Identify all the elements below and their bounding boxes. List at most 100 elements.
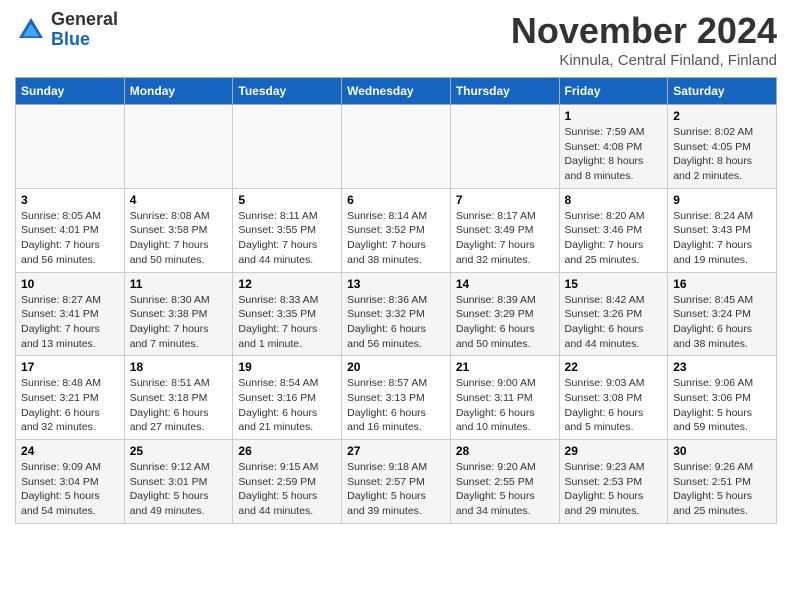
week-row-2: 3Sunrise: 8:05 AM Sunset: 4:01 PM Daylig… <box>16 188 777 272</box>
week-row-3: 10 Sunrise: 8:27 AM Sunset: 3:41 PM Dayli… <box>16 272 777 356</box>
day-number: 25 <box>130 444 228 458</box>
day-info: Sunrise: 9:03 AM Sunset: 3:08 PM Dayligh… <box>565 376 663 435</box>
day-number: 28 <box>456 444 554 458</box>
day-info: Sunrise: 9:09 AM Sunset: 3:04 PM Dayligh… <box>21 460 119 519</box>
day-info: Sunrise: 8:14 AM Sunset: 3:52 PM Dayligh… <box>347 209 445 268</box>
calendar-cell: 7Sunrise: 8:17 AM Sunset: 3:49 PM Daylig… <box>450 188 559 272</box>
day-info: Sunrise: 9:18 AM Sunset: 2:57 PM Dayligh… <box>347 460 445 519</box>
calendar-cell: 16Sunrise: 8:45 AM Sunset: 3:24 PM Dayli… <box>668 272 777 356</box>
calendar-cell <box>342 105 451 189</box>
month-title: November 2024 <box>511 10 777 52</box>
day-info: Sunrise: 8:45 AM Sunset: 3:24 PM Dayligh… <box>673 293 771 352</box>
day-number: 20 <box>347 360 445 374</box>
day-info: Sunrise: 9:15 AM Sunset: 2:59 PM Dayligh… <box>238 460 336 519</box>
calendar-cell: 17 Sunrise: 8:48 AM Sunset: 3:21 PM Dayli… <box>16 356 125 440</box>
calendar-cell: 19 Sunrise: 8:54 AM Sunset: 3:16 PM Dayli… <box>233 356 342 440</box>
day-number: 19 <box>238 360 336 374</box>
weekday-header-sunday: Sunday <box>16 78 125 105</box>
week-row-1: 1 Sunrise: 7:59 AM Sunset: 4:08 PM Daylig… <box>16 105 777 189</box>
calendar-cell: 20Sunrise: 8:57 AM Sunset: 3:13 PM Dayli… <box>342 356 451 440</box>
day-info: Sunrise: 9:12 AM Sunset: 3:01 PM Dayligh… <box>130 460 228 519</box>
day-info: Sunrise: 9:20 AM Sunset: 2:55 PM Dayligh… <box>456 460 554 519</box>
week-row-5: 24Sunrise: 9:09 AM Sunset: 3:04 PM Dayli… <box>16 440 777 524</box>
calendar-cell: 6 Sunrise: 8:14 AM Sunset: 3:52 PM Daylig… <box>342 188 451 272</box>
calendar-cell: 27 Sunrise: 9:18 AM Sunset: 2:57 PM Dayli… <box>342 440 451 524</box>
calendar-cell <box>450 105 559 189</box>
calendar-cell <box>233 105 342 189</box>
day-info: Sunrise: 9:23 AM Sunset: 2:53 PM Dayligh… <box>565 460 663 519</box>
calendar-cell: 1 Sunrise: 7:59 AM Sunset: 4:08 PM Daylig… <box>559 105 668 189</box>
calendar-cell: 13 Sunrise: 8:36 AM Sunset: 3:32 PM Dayli… <box>342 272 451 356</box>
day-info: Sunrise: 8:33 AM Sunset: 3:35 PM Dayligh… <box>238 293 336 352</box>
calendar-cell: 30 Sunrise: 9:26 AM Sunset: 2:51 PM Dayli… <box>668 440 777 524</box>
day-number: 10 <box>21 277 119 291</box>
day-number: 26 <box>238 444 336 458</box>
day-number: 27 <box>347 444 445 458</box>
day-number: 6 <box>347 193 445 207</box>
day-number: 23 <box>673 360 771 374</box>
weekday-header-wednesday: Wednesday <box>342 78 451 105</box>
day-info: Sunrise: 8:54 AM Sunset: 3:16 PM Dayligh… <box>238 376 336 435</box>
day-info: Sunrise: 9:06 AM Sunset: 3:06 PM Dayligh… <box>673 376 771 435</box>
calendar-cell: 18Sunrise: 8:51 AM Sunset: 3:18 PM Dayli… <box>124 356 233 440</box>
calendar-cell: 22 Sunrise: 9:03 AM Sunset: 3:08 PM Dayli… <box>559 356 668 440</box>
calendar-cell <box>16 105 125 189</box>
weekday-header-monday: Monday <box>124 78 233 105</box>
day-info: Sunrise: 8:02 AM Sunset: 4:05 PM Dayligh… <box>673 125 771 184</box>
day-number: 14 <box>456 277 554 291</box>
day-info: Sunrise: 7:59 AM Sunset: 4:08 PM Dayligh… <box>565 125 663 184</box>
calendar-cell: 9Sunrise: 8:24 AM Sunset: 3:43 PM Daylig… <box>668 188 777 272</box>
day-info: Sunrise: 8:51 AM Sunset: 3:18 PM Dayligh… <box>130 376 228 435</box>
calendar-cell <box>124 105 233 189</box>
day-number: 22 <box>565 360 663 374</box>
calendar-cell: 24Sunrise: 9:09 AM Sunset: 3:04 PM Dayli… <box>16 440 125 524</box>
day-info: Sunrise: 8:20 AM Sunset: 3:46 PM Dayligh… <box>565 209 663 268</box>
title-area: November 2024 Kinnula, Central Finland, … <box>511 10 777 69</box>
day-number: 9 <box>673 193 771 207</box>
day-number: 29 <box>565 444 663 458</box>
calendar-cell: 14 Sunrise: 8:39 AM Sunset: 3:29 PM Dayli… <box>450 272 559 356</box>
day-number: 21 <box>456 360 554 374</box>
day-number: 12 <box>238 277 336 291</box>
calendar-table: SundayMondayTuesdayWednesdayThursdayFrid… <box>15 77 777 524</box>
day-info: Sunrise: 8:17 AM Sunset: 3:49 PM Dayligh… <box>456 209 554 268</box>
day-info: Sunrise: 8:39 AM Sunset: 3:29 PM Dayligh… <box>456 293 554 352</box>
calendar-cell: 4 Sunrise: 8:08 AM Sunset: 3:58 PM Daylig… <box>124 188 233 272</box>
weekday-header-saturday: Saturday <box>668 78 777 105</box>
day-info: Sunrise: 8:08 AM Sunset: 3:58 PM Dayligh… <box>130 209 228 268</box>
calendar-cell: 15 Sunrise: 8:42 AM Sunset: 3:26 PM Dayli… <box>559 272 668 356</box>
calendar-cell: 23 Sunrise: 9:06 AM Sunset: 3:06 PM Dayli… <box>668 356 777 440</box>
calendar-cell: 26 Sunrise: 9:15 AM Sunset: 2:59 PM Dayli… <box>233 440 342 524</box>
calendar-cell: 25 Sunrise: 9:12 AM Sunset: 3:01 PM Dayli… <box>124 440 233 524</box>
day-info: Sunrise: 8:48 AM Sunset: 3:21 PM Dayligh… <box>21 376 119 435</box>
calendar-cell: 21 Sunrise: 9:00 AM Sunset: 3:11 PM Dayli… <box>450 356 559 440</box>
week-row-4: 17 Sunrise: 8:48 AM Sunset: 3:21 PM Dayli… <box>16 356 777 440</box>
day-info: Sunrise: 8:30 AM Sunset: 3:38 PM Dayligh… <box>130 293 228 352</box>
day-info: Sunrise: 8:36 AM Sunset: 3:32 PM Dayligh… <box>347 293 445 352</box>
day-number: 13 <box>347 277 445 291</box>
day-number: 4 <box>130 193 228 207</box>
day-number: 1 <box>565 109 663 123</box>
calendar-cell: 29 Sunrise: 9:23 AM Sunset: 2:53 PM Dayli… <box>559 440 668 524</box>
day-number: 3 <box>21 193 119 207</box>
day-info: Sunrise: 8:27 AM Sunset: 3:41 PM Dayligh… <box>21 293 119 352</box>
day-number: 11 <box>130 277 228 291</box>
day-number: 5 <box>238 193 336 207</box>
day-number: 2 <box>673 109 771 123</box>
calendar-cell: 3Sunrise: 8:05 AM Sunset: 4:01 PM Daylig… <box>16 188 125 272</box>
day-info: Sunrise: 9:00 AM Sunset: 3:11 PM Dayligh… <box>456 376 554 435</box>
calendar-cell: 10 Sunrise: 8:27 AM Sunset: 3:41 PM Dayli… <box>16 272 125 356</box>
logo-text: General Blue <box>51 10 118 50</box>
day-info: Sunrise: 9:26 AM Sunset: 2:51 PM Dayligh… <box>673 460 771 519</box>
day-number: 15 <box>565 277 663 291</box>
day-info: Sunrise: 8:11 AM Sunset: 3:55 PM Dayligh… <box>238 209 336 268</box>
day-number: 17 <box>21 360 119 374</box>
day-number: 30 <box>673 444 771 458</box>
day-info: Sunrise: 8:42 AM Sunset: 3:26 PM Dayligh… <box>565 293 663 352</box>
logo-icon <box>15 14 47 46</box>
weekday-header-tuesday: Tuesday <box>233 78 342 105</box>
page-header: General Blue November 2024 Kinnula, Cent… <box>15 10 777 69</box>
weekday-header-friday: Friday <box>559 78 668 105</box>
calendar-cell: 12 Sunrise: 8:33 AM Sunset: 3:35 PM Dayli… <box>233 272 342 356</box>
weekday-header-row: SundayMondayTuesdayWednesdayThursdayFrid… <box>16 78 777 105</box>
